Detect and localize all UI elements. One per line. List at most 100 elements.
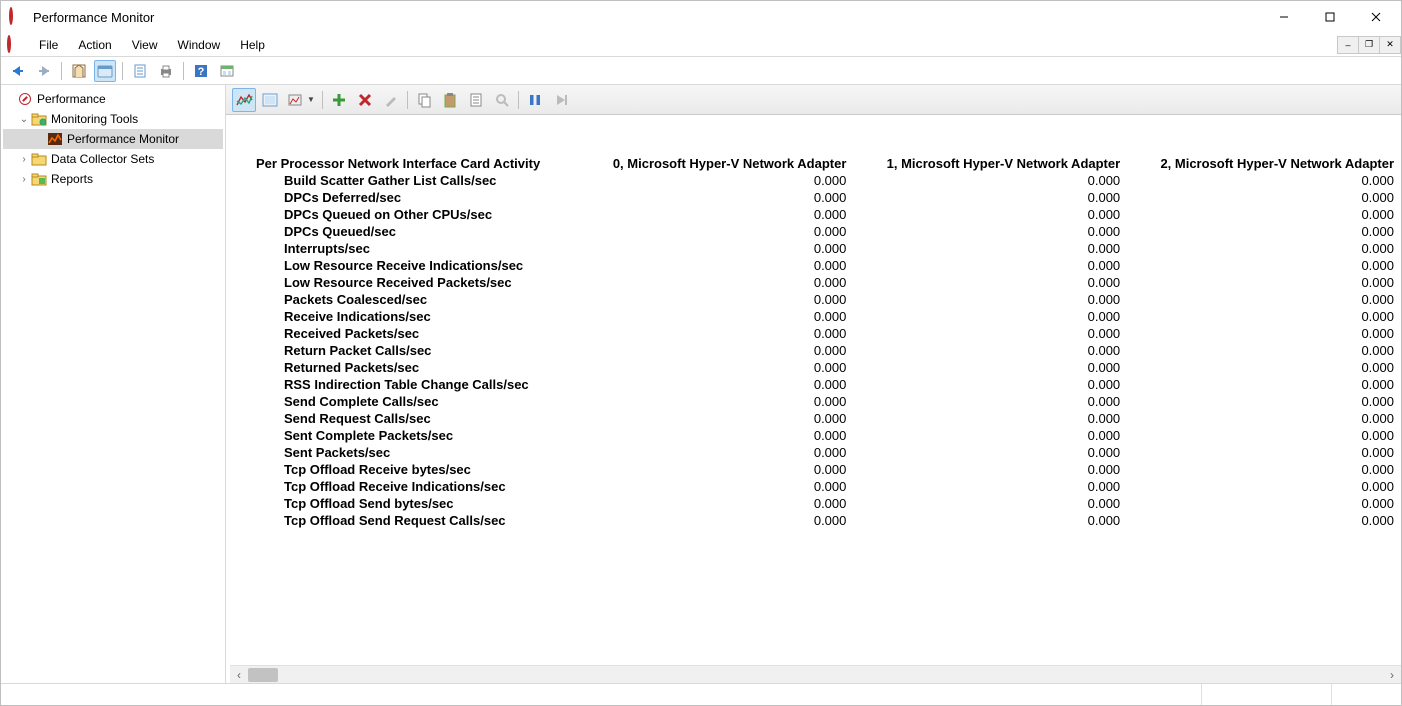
update-button[interactable] (549, 88, 573, 112)
report-instance-header: 2, Microsoft Hyper-V Network Adapter (1126, 155, 1400, 172)
counter-value: 0.000 (1126, 512, 1400, 529)
table-row[interactable]: RSS Indirection Table Change Calls/sec0.… (250, 376, 1400, 393)
table-row[interactable]: Tcp Offload Send Request Calls/sec0.0000… (250, 512, 1400, 529)
print-button[interactable] (155, 60, 177, 82)
table-row[interactable]: Sent Packets/sec0.0000.0000.000 (250, 444, 1400, 461)
tree-monitoring-tools[interactable]: ⌄ Monitoring Tools (3, 109, 223, 129)
report-area: Per Processor Network Interface Card Act… (226, 115, 1401, 683)
counter-name: Returned Packets/sec (250, 359, 579, 376)
table-row[interactable]: Tcp Offload Receive bytes/sec0.0000.0000… (250, 461, 1400, 478)
nav-back-button[interactable] (7, 60, 29, 82)
maximize-button[interactable] (1307, 2, 1353, 32)
scroll-left-icon[interactable]: ‹ (230, 666, 248, 683)
window-title: Performance Monitor (33, 10, 154, 25)
nav-forward-button[interactable] (33, 60, 55, 82)
new-window-button[interactable] (216, 60, 238, 82)
scroll-thumb[interactable] (248, 668, 278, 682)
app-icon (9, 9, 25, 25)
app-menu-icon[interactable] (7, 37, 23, 53)
table-row[interactable]: Return Packet Calls/sec0.0000.0000.000 (250, 342, 1400, 359)
main-toolbar: ? (1, 57, 1401, 85)
counter-name: Low Resource Received Packets/sec (250, 274, 579, 291)
close-button[interactable] (1353, 2, 1399, 32)
content-pane: ▼ (226, 85, 1401, 683)
expand-icon[interactable]: › (17, 154, 31, 165)
help-button[interactable]: ? (190, 60, 212, 82)
table-row[interactable]: Returned Packets/sec0.0000.0000.000 (250, 359, 1400, 376)
app-window: Performance Monitor File Action View Win… (0, 0, 1402, 706)
counter-value: 0.000 (1126, 274, 1400, 291)
mdi-restore-button[interactable]: ❐ (1358, 36, 1380, 54)
menu-file[interactable]: File (29, 36, 68, 54)
table-row[interactable]: Low Resource Receive Indications/sec0.00… (250, 257, 1400, 274)
report-instance-header: 0, Microsoft Hyper-V Network Adapter (579, 155, 853, 172)
counter-value: 0.000 (1126, 325, 1400, 342)
counter-value: 0.000 (852, 461, 1126, 478)
table-row[interactable]: Build Scatter Gather List Calls/sec0.000… (250, 172, 1400, 189)
nav-tree[interactable]: Performance ⌄ Monitoring Tools Performan… (1, 85, 226, 683)
counter-name: Send Complete Calls/sec (250, 393, 579, 410)
table-row[interactable]: Send Complete Calls/sec0.0000.0000.000 (250, 393, 1400, 410)
table-row[interactable]: Tcp Offload Receive Indications/sec0.000… (250, 478, 1400, 495)
counter-value: 0.000 (579, 342, 853, 359)
show-hide-tree-button[interactable] (68, 60, 90, 82)
table-row[interactable]: DPCs Queued on Other CPUs/sec0.0000.0000… (250, 206, 1400, 223)
counter-value: 0.000 (579, 257, 853, 274)
mdi-minimize-button[interactable]: – (1337, 36, 1359, 54)
counter-value: 0.000 (852, 274, 1126, 291)
counter-value: 0.000 (1126, 172, 1400, 189)
counter-value: 0.000 (1126, 427, 1400, 444)
counter-value: 0.000 (852, 410, 1126, 427)
minimize-button[interactable] (1261, 2, 1307, 32)
tree-performance-monitor[interactable]: Performance Monitor (3, 129, 223, 149)
properties-button[interactable] (464, 88, 488, 112)
horizontal-scrollbar[interactable]: ‹ › (230, 665, 1401, 683)
menu-action[interactable]: Action (68, 36, 121, 54)
tree-root-performance[interactable]: Performance (3, 89, 223, 109)
mdi-controls: – ❐ ✕ (1338, 36, 1401, 54)
properties-button[interactable] (94, 60, 116, 82)
view-report-dropdown[interactable]: ▼ (284, 88, 318, 112)
view-graph-button[interactable] (232, 88, 256, 112)
table-row[interactable]: Send Request Calls/sec0.0000.0000.000 (250, 410, 1400, 427)
chart-icon (47, 131, 63, 147)
counter-name: Received Packets/sec (250, 325, 579, 342)
menu-window[interactable]: Window (168, 36, 231, 54)
menu-view[interactable]: View (122, 36, 168, 54)
table-row[interactable]: Interrupts/sec0.0000.0000.000 (250, 240, 1400, 257)
counter-value: 0.000 (579, 359, 853, 376)
menu-help[interactable]: Help (230, 36, 275, 54)
collapse-icon[interactable]: ⌄ (17, 114, 31, 125)
counter-value: 0.000 (579, 274, 853, 291)
freeze-button[interactable] (523, 88, 547, 112)
table-row[interactable]: Received Packets/sec0.0000.0000.000 (250, 325, 1400, 342)
table-row[interactable]: DPCs Queued/sec0.0000.0000.000 (250, 223, 1400, 240)
delete-counter-button[interactable] (353, 88, 377, 112)
counter-value: 0.000 (1126, 206, 1400, 223)
zoom-button[interactable] (490, 88, 514, 112)
tree-data-collector-sets[interactable]: › Data Collector Sets (3, 149, 223, 169)
toolbar-separator (61, 62, 62, 80)
tree-label: Performance (37, 92, 106, 106)
table-row[interactable]: DPCs Deferred/sec0.0000.0000.000 (250, 189, 1400, 206)
paste-button[interactable] (438, 88, 462, 112)
tree-reports[interactable]: › Reports (3, 169, 223, 189)
counter-value: 0.000 (852, 291, 1126, 308)
scroll-right-icon[interactable]: › (1383, 666, 1401, 683)
highlight-button[interactable] (379, 88, 403, 112)
report-scroll[interactable]: Per Processor Network Interface Card Act… (230, 115, 1401, 665)
table-row[interactable]: Packets Coalesced/sec0.0000.0000.000 (250, 291, 1400, 308)
copy-button[interactable] (412, 88, 436, 112)
tree-label: Performance Monitor (67, 132, 179, 146)
table-row[interactable]: Sent Complete Packets/sec0.0000.0000.000 (250, 427, 1400, 444)
expand-icon[interactable]: › (17, 174, 31, 185)
view-histogram-button[interactable] (258, 88, 282, 112)
table-row[interactable]: Tcp Offload Send bytes/sec0.0000.0000.00… (250, 495, 1400, 512)
counter-name: Packets Coalesced/sec (250, 291, 579, 308)
table-row[interactable]: Low Resource Received Packets/sec0.0000.… (250, 274, 1400, 291)
export-button[interactable] (129, 60, 151, 82)
counter-value: 0.000 (1126, 495, 1400, 512)
mdi-close-button[interactable]: ✕ (1379, 36, 1401, 54)
table-row[interactable]: Receive Indications/sec0.0000.0000.000 (250, 308, 1400, 325)
add-counter-button[interactable] (327, 88, 351, 112)
